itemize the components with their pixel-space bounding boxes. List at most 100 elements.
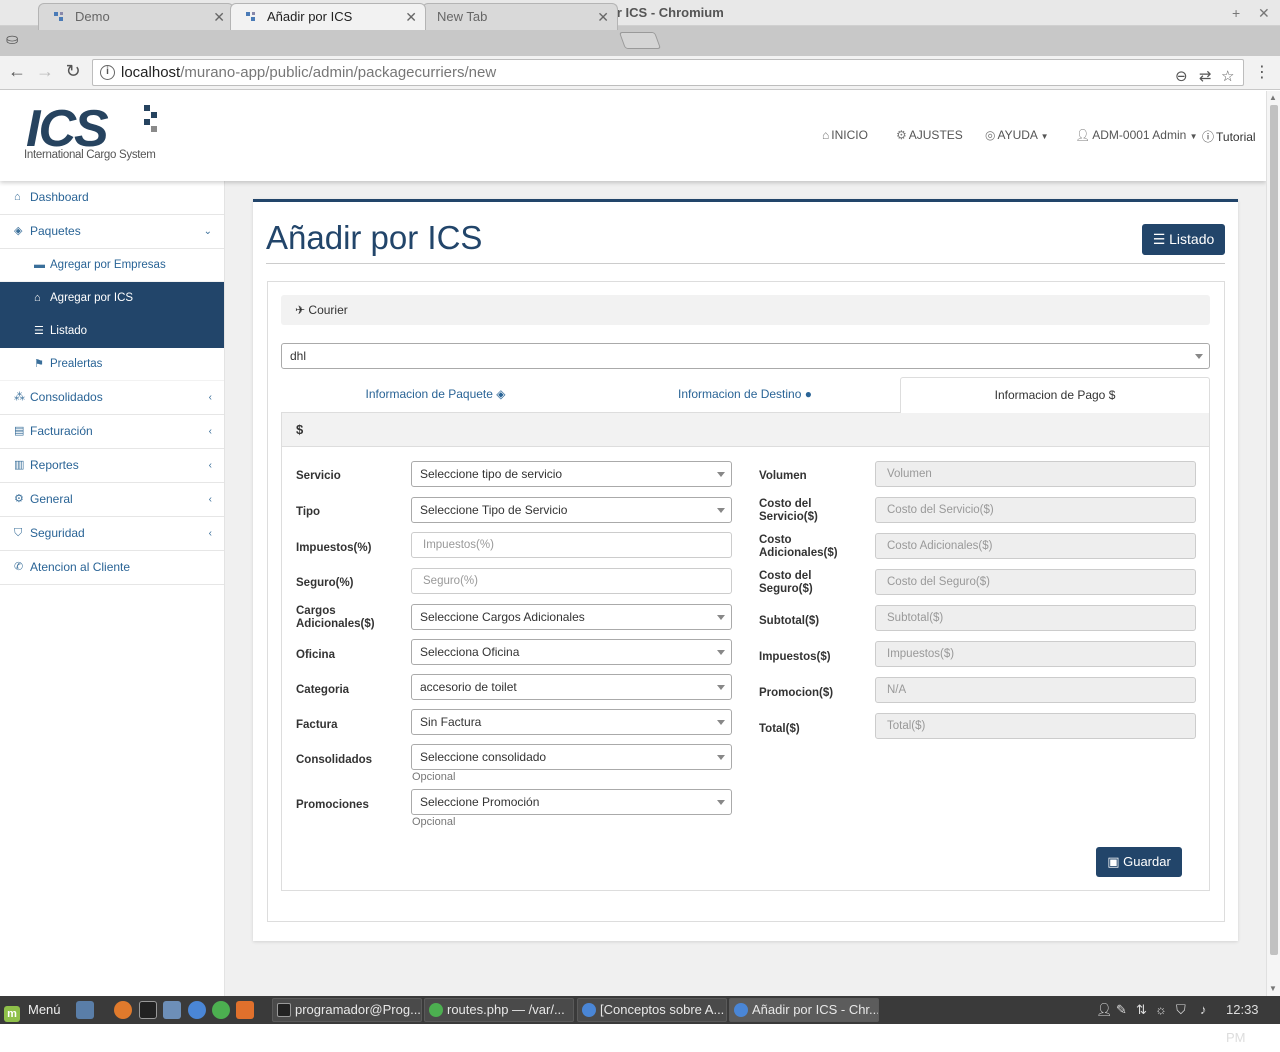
- nav-ajustes[interactable]: ⚙ AJUSTES: [896, 128, 963, 142]
- network-tray-icon[interactable]: ⇅: [1136, 996, 1147, 1024]
- factura-select[interactable]: Sin Factura: [411, 709, 732, 735]
- nav-tutorial[interactable]: ⓘ Tutorial: [1202, 128, 1256, 145]
- guardar-button[interactable]: ▣ Guardar: [1096, 847, 1182, 877]
- terminal-icon[interactable]: [139, 1001, 157, 1019]
- volume-tray-icon[interactable]: ♪: [1200, 996, 1207, 1024]
- user-tray-icon[interactable]: 👤︎: [1096, 996, 1113, 1024]
- ics-logo[interactable]: ICS International Cargo System: [24, 103, 166, 165]
- payment-header: $: [282, 413, 1209, 447]
- forward-icon[interactable]: →: [34, 61, 56, 82]
- shield-tray-icon[interactable]: ⛉: [1176, 996, 1186, 1024]
- life-ring-icon: ◎: [985, 128, 996, 142]
- close-tab-icon[interactable]: ✕: [213, 4, 225, 30]
- courier-select[interactable]: dhl: [281, 343, 1210, 369]
- start-menu[interactable]: m Menú: [4, 996, 61, 1024]
- costo-servicio-input[interactable]: Costo del Servicio($): [875, 497, 1196, 523]
- tipo-select[interactable]: Seleccione Tipo de Servicio: [411, 497, 732, 523]
- scroll-up-icon[interactable]: ▲: [1269, 93, 1277, 102]
- page-scrollbar[interactable]: ▲ ▼: [1266, 91, 1280, 996]
- app-icon[interactable]: [212, 1001, 230, 1019]
- sidebar-item-atencion[interactable]: ✆ Atencion al Cliente: [0, 551, 224, 585]
- clock[interactable]: 12:33 PM: [1226, 996, 1280, 1052]
- taskbar-task-terminal[interactable]: programador@Prog...: [272, 998, 422, 1022]
- close-window-icon[interactable]: ✕: [1258, 0, 1270, 26]
- servicio-label: Servicio: [296, 470, 341, 482]
- tab-search-icon[interactable]: ⛀: [6, 30, 19, 48]
- scroll-down-icon[interactable]: ▼: [1269, 984, 1277, 993]
- shield-icon: ⛉: [14, 527, 23, 539]
- bookmark-star-icon[interactable]: ☆: [1221, 64, 1234, 89]
- costo-adicionales-input[interactable]: Costo Adicionales($): [875, 533, 1196, 559]
- sidebar-item-paquetes[interactable]: ◈ Paquetes ⌄: [0, 215, 224, 249]
- nav-user[interactable]: 👤︎ ADM-0001 Admin ▼: [1075, 128, 1198, 142]
- translate-icon[interactable]: ⇄: [1199, 64, 1212, 89]
- show-desktop-icon[interactable]: [76, 1001, 94, 1019]
- close-tab-icon[interactable]: ✕: [597, 4, 609, 30]
- sidebar-subitem-agregar-ics[interactable]: ⌂ Agregar por ICS: [0, 282, 224, 315]
- chromium-icon[interactable]: [188, 1001, 206, 1019]
- promocion-input[interactable]: N/A: [875, 677, 1196, 703]
- new-tab-button[interactable]: [618, 32, 662, 49]
- impuestos-pct-input[interactable]: Impuestos(%): [411, 532, 732, 558]
- reload-icon[interactable]: ↻: [62, 61, 84, 82]
- consolidados-select[interactable]: Seleccione consolidado: [411, 744, 732, 770]
- info-icon[interactable]: i: [100, 65, 115, 80]
- volumen-input[interactable]: Volumen: [875, 461, 1196, 487]
- total-input[interactable]: Total($): [875, 713, 1196, 739]
- pen-tray-icon[interactable]: ✎: [1116, 996, 1127, 1024]
- servicio-select[interactable]: Seleccione tipo de servicio: [411, 461, 732, 487]
- browser-tab-demo[interactable]: Demo ✕: [38, 3, 234, 30]
- browser-tab-newtab[interactable]: New Tab ✕: [422, 3, 618, 30]
- sidebar-item-reportes[interactable]: ▥ Reportes ‹: [0, 449, 224, 483]
- sidebar-item-dashboard[interactable]: ⌂ Dashboard: [0, 181, 224, 215]
- back-icon[interactable]: ←: [6, 61, 28, 82]
- zoom-icon[interactable]: ⊖: [1175, 64, 1188, 89]
- costo-servicio-label: Costo del Servicio($): [759, 498, 818, 523]
- browser-menu-icon[interactable]: ⋮: [1254, 62, 1270, 82]
- taskbar-task-anadir[interactable]: Añadir por ICS - Chr...: [729, 998, 879, 1022]
- sidebar-subitem-agregar-empresas[interactable]: ▬ Agregar por Empresas: [0, 249, 224, 282]
- save-icon: ▣: [1107, 854, 1120, 869]
- sidebar-subitem-prealertas[interactable]: ⚑ Prealertas: [0, 348, 224, 381]
- impuestos-input[interactable]: Impuestos($): [875, 641, 1196, 667]
- files-icon[interactable]: [163, 1001, 181, 1019]
- cubes-icon: ⁂: [14, 391, 25, 403]
- nav-inicio[interactable]: ⌂ INICIO: [822, 128, 868, 142]
- total-label: Total($): [759, 723, 800, 735]
- tab-informacion-paquete[interactable]: Informacion de Paquete ◈: [281, 377, 590, 413]
- sidebar-item-facturacion[interactable]: ▤ Facturación ‹: [0, 415, 224, 449]
- subtotal-input[interactable]: Subtotal($): [875, 605, 1196, 631]
- tab-informacion-pago[interactable]: Informacion de Pago $: [900, 377, 1210, 414]
- sublime-icon[interactable]: [236, 1001, 254, 1019]
- phone-icon: ✆: [14, 561, 24, 573]
- oficina-select[interactable]: Selecciona Oficina: [411, 639, 732, 665]
- taskbar-task-conceptos[interactable]: [Conceptos sobre A...: [577, 998, 727, 1022]
- promociones-select[interactable]: Seleccione Promoción: [411, 789, 732, 815]
- page-viewport: ICS International Cargo System ⌂ INICIO ⚙…: [0, 91, 1266, 996]
- sidebar-subitem-listado[interactable]: ☰ Listado: [0, 315, 224, 348]
- select-value: accesorio de toilet: [420, 680, 517, 694]
- categoria-select[interactable]: accesorio de toilet: [411, 674, 732, 700]
- cargos-adicionales-select[interactable]: Seleccione Cargos Adicionales: [411, 604, 732, 630]
- close-tab-icon[interactable]: ✕: [405, 4, 417, 30]
- app-header: ICS International Cargo System ⌂ INICIO ⚙…: [0, 91, 1266, 181]
- firefox-icon[interactable]: [114, 1001, 132, 1019]
- sidebar-item-seguridad[interactable]: ⛉ Seguridad ‹: [0, 517, 224, 551]
- maximize-icon[interactable]: +: [1232, 0, 1240, 26]
- sidebar-item-general[interactable]: ⚙ General ‹: [0, 483, 224, 517]
- seguro-pct-input[interactable]: Seguro(%): [411, 568, 732, 594]
- logo-subtitle: International Cargo System: [24, 149, 156, 161]
- costo-seguro-input[interactable]: Costo del Seguro($): [875, 569, 1196, 595]
- brightness-tray-icon[interactable]: ☼: [1155, 996, 1167, 1024]
- title-divider: [266, 263, 1225, 264]
- paper-plane-icon: ✈︎: [295, 303, 306, 317]
- scrollbar-thumb[interactable]: [1270, 105, 1278, 955]
- listado-button[interactable]: ☰ Listado: [1142, 224, 1225, 255]
- taskbar-task-routes[interactable]: routes.php — /var/...: [424, 998, 574, 1022]
- logo-square: [144, 105, 150, 111]
- address-bar[interactable]: i localhost/murano-app/public/admin/pack…: [92, 59, 1244, 86]
- nav-ayuda[interactable]: ◎ AYUDA ▼: [985, 128, 1049, 142]
- tab-informacion-destino[interactable]: Informacion de Destino ●: [590, 377, 900, 413]
- sidebar-item-consolidados[interactable]: ⁂ Consolidados ‹: [0, 381, 224, 415]
- browser-tab-anadir[interactable]: Añadir por ICS ✕: [230, 3, 426, 30]
